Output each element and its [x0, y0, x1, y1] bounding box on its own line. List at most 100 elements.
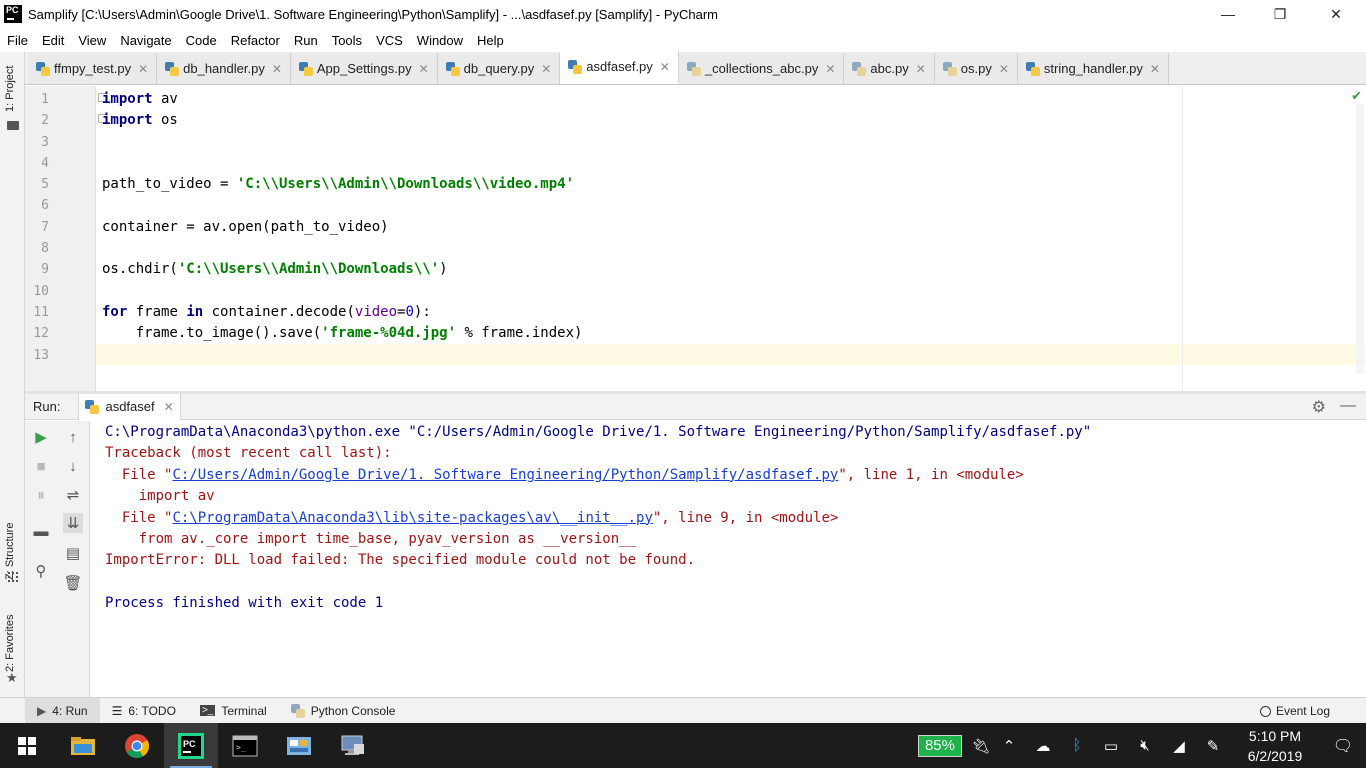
minimize-button[interactable]: — — [1202, 0, 1254, 28]
structure-icon — [8, 572, 18, 582]
string-literal: 'frame-%04d.jpg' — [321, 325, 457, 342]
print-icon[interactable]: ▤ — [63, 543, 83, 563]
menu-window[interactable]: Window — [410, 33, 470, 48]
pin-icon[interactable]: ⚲ — [31, 561, 51, 581]
close-tab-icon[interactable]: ✕ — [999, 62, 1009, 76]
run-tool-button[interactable]: ▶ 4: Run — [25, 697, 100, 724]
line-number: 9 — [41, 262, 49, 278]
trash-icon[interactable]: 🗑 — [63, 573, 83, 593]
remote-desktop-taskbar-button[interactable] — [326, 723, 380, 768]
notification-icon[interactable]: 🗨︎ — [1320, 723, 1366, 768]
chevron-up-icon[interactable]: ⌃ — [992, 723, 1026, 768]
right-margin-guide — [1182, 86, 1183, 391]
menu-file[interactable]: File — [0, 33, 35, 48]
tab-collections-abc[interactable]: _collections_abc.py ✕ — [678, 53, 845, 84]
scroll-to-end-icon[interactable]: ⇊ — [63, 513, 83, 533]
control-panel-icon — [287, 736, 311, 755]
tab-db-handler[interactable]: db_handler.py ✕ — [157, 53, 291, 84]
command-prompt-taskbar-button[interactable]: >_ — [218, 723, 272, 768]
tab-string-handler[interactable]: string_handler.py ✕ — [1017, 53, 1169, 84]
pause-icon[interactable]: ⏸ — [31, 485, 51, 505]
close-tab-icon[interactable]: ✕ — [272, 62, 282, 76]
menu-edit[interactable]: Edit — [35, 33, 71, 48]
file-link[interactable]: C:\ProgramData\Anaconda3\lib\site-packag… — [172, 510, 652, 526]
menu-refactor[interactable]: Refactor — [224, 33, 287, 48]
pen-icon[interactable]: ✎ — [1196, 723, 1230, 768]
gear-icon[interactable]: ⚙ — [1312, 397, 1326, 417]
close-tab-icon[interactable]: ✕ — [1150, 62, 1160, 76]
close-tab-icon[interactable]: ✕ — [916, 62, 926, 76]
line-number: 5 — [41, 177, 49, 193]
console-output[interactable]: C:\ProgramData\Anaconda3\python.exe "C:/… — [105, 422, 1091, 615]
tab-os[interactable]: os.py ✕ — [934, 53, 1018, 84]
bottom-tool-bar: ▶ 4: Run ☰ 6: TODO >_ Terminal Python Conso… — [0, 697, 1366, 724]
control-panel-taskbar-button[interactable] — [272, 723, 326, 768]
code-content[interactable]: import av import os path_to_video = 'C:\… — [102, 89, 582, 366]
menu-view[interactable]: View — [71, 33, 113, 48]
tab-label: _collections_abc.py — [704, 61, 819, 76]
close-tab-icon[interactable]: ✕ — [541, 62, 551, 76]
pycharm-taskbar-button[interactable]: PC — [164, 723, 218, 768]
tab-label: asdfasef.py — [586, 59, 653, 74]
editor-scrollbar[interactable] — [1356, 104, 1364, 374]
clock-time: 5:10 PM — [1248, 727, 1302, 744]
menu-tools[interactable]: Tools — [325, 33, 369, 48]
terminal-tool-label: Terminal — [221, 703, 267, 718]
wifi-icon[interactable]: ◢ — [1162, 723, 1196, 768]
volume-muted-icon[interactable]: 🔇︎ — [1128, 723, 1162, 768]
close-tab-icon[interactable]: ✕ — [138, 62, 148, 76]
cloud-upload-icon[interactable]: ☁ — [1026, 723, 1060, 768]
stop-icon[interactable]: ■ — [31, 456, 51, 476]
close-button[interactable]: ✕ — [1306, 0, 1366, 28]
code-text: os.chdir( — [102, 261, 178, 278]
start-button[interactable] — [0, 723, 54, 768]
keyword: import — [102, 91, 153, 107]
todo-tool-button[interactable]: ☰ 6: TODO — [100, 698, 188, 724]
power-plug-icon[interactable]: 🔌︎ — [970, 723, 992, 768]
keyword: in — [186, 303, 204, 320]
left-tool-strip: 1: Project Z: Structure 2: Favorites ★ — [0, 52, 25, 697]
close-tab-icon[interactable]: ✕ — [419, 62, 429, 76]
event-log-button[interactable]: Event Log — [1259, 698, 1330, 724]
tab-app-settings[interactable]: App_Settings.py ✕ — [290, 53, 438, 84]
hide-panel-icon[interactable]: — — [1340, 397, 1356, 417]
tab-db-query[interactable]: db_query.py ✕ — [437, 53, 561, 84]
down-arrow-icon[interactable]: ↓ — [63, 456, 83, 476]
menu-run[interactable]: Run — [287, 33, 325, 48]
soft-wrap-icon[interactable]: ⇌ — [63, 485, 83, 505]
menu-code[interactable]: Code — [179, 33, 224, 48]
close-tab-icon[interactable]: ✕ — [825, 62, 835, 76]
clock[interactable]: 5:10 PM 6/2/2019 — [1230, 726, 1320, 766]
project-tool-button[interactable]: 1: Project — [4, 66, 16, 112]
terminal-icon: >_ — [199, 705, 216, 716]
tab-abc[interactable]: abc.py ✕ — [844, 53, 935, 84]
menu-help[interactable]: Help — [470, 33, 511, 48]
file-explorer-taskbar-button[interactable] — [56, 723, 110, 768]
up-arrow-icon[interactable]: ↑ — [63, 427, 83, 447]
menu-navigate[interactable]: Navigate — [113, 33, 178, 48]
code-editor[interactable]: 1 2 3 4 5 6 7 8 9 10 11 12 13 import av … — [25, 86, 1366, 391]
file-link[interactable]: C:/Users/Admin/Google Drive/1. Software … — [172, 467, 838, 483]
terminal-tool-button[interactable]: >_ Terminal — [188, 698, 279, 724]
bluetooth-icon[interactable]: ᛒ — [1060, 723, 1094, 768]
code-line-12: frame.to_image().save('frame-%04d.jpg' %… — [102, 323, 583, 344]
tab-asdfasef[interactable]: asdfasef.py ✕ — [560, 51, 679, 84]
tab-ffmpy-test[interactable]: ffmpy_test.py ✕ — [28, 53, 158, 84]
rerun-icon[interactable]: ▶ — [31, 427, 51, 447]
maximize-button[interactable]: ❐ — [1254, 0, 1306, 28]
restore-layout-icon[interactable]: ▬ — [31, 521, 51, 541]
keyword: import — [102, 112, 153, 129]
run-tab-asdfasef[interactable]: asdfasef ✕ — [78, 393, 181, 420]
python-console-tool-button[interactable]: Python Console — [279, 698, 408, 724]
battery-indicator[interactable]: 85% — [917, 734, 962, 757]
favorites-tool-button[interactable]: 2: Favorites — [4, 615, 16, 672]
inspection-ok-icon[interactable]: ✔ — [1351, 88, 1362, 104]
event-log-icon — [1259, 705, 1271, 717]
chrome-taskbar-button[interactable] — [110, 723, 164, 768]
close-tab-icon[interactable]: ✕ — [660, 60, 670, 74]
close-tab-icon[interactable]: ✕ — [164, 400, 174, 414]
battery-icon[interactable]: ▭ — [1094, 723, 1128, 768]
code-line-1: import av — [102, 89, 582, 110]
menu-vcs[interactable]: VCS — [369, 33, 410, 48]
